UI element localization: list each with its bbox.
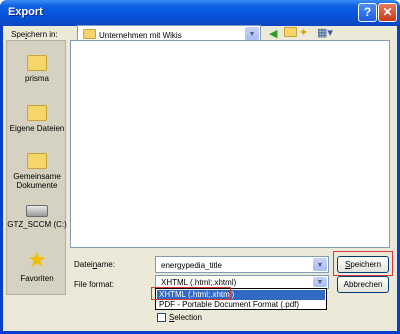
new-folder-icon[interactable]: ✦ — [299, 27, 308, 39]
chevron-down-icon[interactable]: ▼ — [313, 277, 327, 287]
cancel-button[interactable]: Abbrechen — [337, 276, 389, 293]
place-favoriten[interactable]: ★ Favoriten — [7, 247, 67, 284]
drive-icon — [26, 205, 48, 217]
back-icon[interactable]: ◀ — [269, 28, 277, 40]
chevron-down-icon[interactable]: ▼ — [313, 258, 327, 271]
dialog-title: Export — [8, 6, 43, 18]
file-format-label: File format: — [74, 280, 115, 289]
selection-checkbox[interactable] — [157, 313, 166, 322]
folder-icon — [27, 105, 47, 121]
folder-icon — [83, 29, 96, 39]
filename-label: Dateiname: — [74, 260, 115, 269]
chevron-down-icon[interactable]: ▼ — [245, 27, 259, 40]
xhtml-highlight-box — [151, 287, 231, 300]
folder-icon — [27, 153, 47, 169]
option-pdf[interactable]: PDF - Portable Document Format (.pdf) — [157, 300, 325, 310]
view-menu-icon[interactable]: ▦▾ — [317, 27, 333, 39]
save-in-value: Unternehmen mit Wikis — [99, 31, 182, 40]
place-eigene-dateien[interactable]: Eigene Dateien — [7, 105, 67, 133]
file-list[interactable] — [70, 40, 390, 248]
filename-input[interactable]: energypedia_title ▼ — [155, 256, 329, 273]
save-in-label: Speichern in: — [11, 30, 58, 39]
up-folder-icon[interactable] — [284, 27, 300, 39]
help-button[interactable]: ? — [358, 3, 377, 22]
save-button[interactable]: Speichern — [337, 256, 389, 273]
title-bar[interactable]: Export ? ✕ — [0, 0, 400, 26]
place-prisma[interactable]: prisma — [7, 55, 67, 83]
places-bar: prisma Eigene Dateien Gemeinsame Dokumen… — [6, 40, 67, 295]
selection-label: Selection — [169, 313, 202, 322]
folder-icon — [27, 55, 47, 71]
close-button[interactable]: ✕ — [378, 3, 397, 22]
place-drive-c[interactable]: GTZ_SCCM (C:) — [7, 205, 67, 229]
place-gemeinsame-dokumente[interactable]: Gemeinsame Dokumente — [7, 153, 67, 190]
star-icon: ★ — [27, 247, 47, 272]
